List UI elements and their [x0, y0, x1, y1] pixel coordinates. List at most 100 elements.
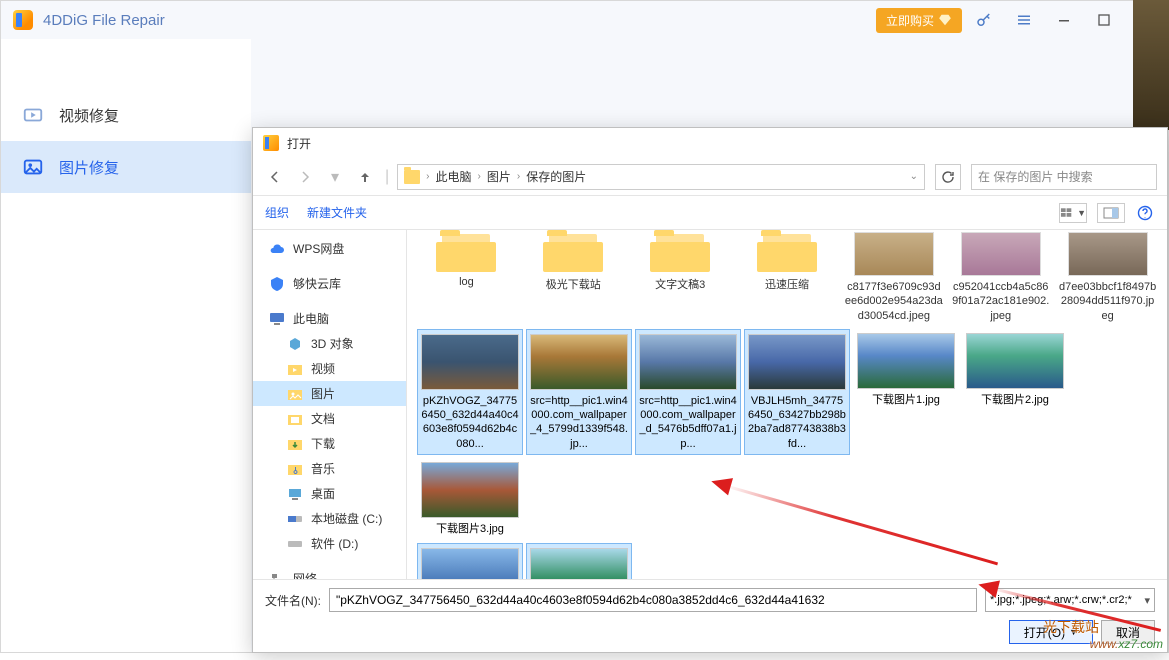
tree-label: 软件 (D:)	[311, 535, 358, 552]
photo-repair-icon	[21, 155, 45, 179]
filter-text: *.jpg;*.jpeg;*.arw;*.crw;*.cr2;*	[990, 594, 1132, 606]
image-thumb-item[interactable]: c952041ccb4a5c869f01a72ac181e902.jpeg	[951, 232, 1050, 323]
image-thumb-item[interactable]: d7ee03bbcf1f8497b28094dd511f970.jpeg	[1058, 232, 1157, 323]
watermark-text: 光下载站	[1043, 617, 1099, 637]
minimize-button[interactable]	[1046, 2, 1082, 38]
tree-this-pc[interactable]: 此电脑	[253, 306, 406, 331]
refresh-button[interactable]	[935, 164, 961, 190]
tree-label: 文档	[311, 410, 335, 427]
pictures-folder-icon	[287, 386, 303, 402]
folder-item[interactable]: 极光下载站	[524, 232, 623, 323]
titlebar-actions: 立即购买	[876, 2, 1168, 38]
filename-input[interactable]	[329, 588, 977, 612]
desktop-background-strip	[1133, 0, 1169, 130]
nav-back-button[interactable]	[263, 165, 287, 189]
image-thumb-item[interactable]: src=http__pic1.win4000.com_wallpaper_d_5…	[635, 329, 741, 455]
search-input[interactable]: 在 保存的图片 中搜索	[971, 164, 1157, 190]
folder-icon	[404, 170, 420, 184]
dialog-nav: ▾ | › 此电脑 › 图片 › 保存的图片 ⌄ 在 保存的图片 中搜索	[253, 158, 1167, 196]
preview-pane-button[interactable]	[1097, 203, 1125, 223]
downloads-folder-icon	[287, 436, 303, 452]
disk-icon	[287, 536, 303, 552]
tree-label: 此电脑	[293, 310, 329, 327]
chevron-right-icon: ›	[517, 171, 520, 182]
folder-item[interactable]: 迅速压缩	[738, 232, 837, 323]
license-key-button[interactable]	[966, 2, 1002, 38]
image-thumb-item[interactable]: 下载图片5.jpg	[526, 543, 632, 579]
maximize-button[interactable]	[1086, 2, 1122, 38]
tree-label: 视频	[311, 360, 335, 377]
tree-wps-cloud[interactable]: WPS网盘	[253, 236, 406, 261]
tree-label: 网络	[293, 570, 317, 579]
cube-icon	[287, 336, 303, 352]
cloud-icon	[269, 241, 285, 257]
app-logo-icon	[13, 10, 33, 30]
tree-3d-objects[interactable]: 3D 对象	[253, 331, 406, 356]
tree-disk-d[interactable]: 软件 (D:)	[253, 531, 406, 556]
image-thumb-item[interactable]: 下载图片3.jpg	[417, 458, 523, 540]
image-thumb-item[interactable]: pKZhVOGZ_347756450_632d44a40c4603e8f0594…	[417, 329, 523, 455]
tree-music[interactable]: 音乐	[253, 456, 406, 481]
filename-label: 文件名(N):	[265, 592, 321, 609]
file-grid: log极光下载站文字文稿3迅速压缩c8177f3e6709c93dee6d002…	[407, 230, 1167, 579]
tree-label: 3D 对象	[311, 335, 354, 352]
tree-label: 下载	[311, 435, 335, 452]
image-thumb-item[interactable]: VBJLH5mh_347756450_63427bb298b2ba7ad8774…	[744, 329, 850, 455]
tree-label: 音乐	[311, 460, 335, 477]
organize-button[interactable]: 组织	[265, 204, 289, 221]
breadcrumb-thispc[interactable]: 此电脑	[436, 168, 472, 185]
breadcrumb-pictures[interactable]: 图片	[487, 168, 511, 185]
sidebar-item-photo-repair[interactable]: 图片修复	[1, 141, 251, 193]
file-type-filter[interactable]: *.jpg;*.jpeg;*.arw;*.crw;*.cr2;*	[985, 588, 1155, 612]
tree-label: 桌面	[311, 485, 335, 502]
file-open-dialog: 打开 ▾ | › 此电脑 › 图片 › 保存的图片 ⌄ 在 保存的图片 中搜索	[252, 127, 1168, 653]
image-thumb-item[interactable]: 下载图片2.jpg	[962, 329, 1068, 455]
tree-desktop[interactable]: 桌面	[253, 481, 406, 506]
computer-icon	[269, 311, 285, 327]
tree-downloads[interactable]: 下载	[253, 431, 406, 456]
desktop-icon	[287, 486, 303, 502]
music-folder-icon	[287, 461, 303, 477]
tree-pictures[interactable]: 图片	[253, 381, 406, 406]
nav-separator: |	[385, 168, 389, 186]
chevron-right-icon: ›	[478, 171, 481, 182]
tree-videos[interactable]: 视频	[253, 356, 406, 381]
sidebar-item-video-repair[interactable]: 视频修复	[1, 89, 251, 141]
app-title: 4DDiG File Repair	[43, 12, 876, 29]
chevron-right-icon: ›	[426, 171, 429, 182]
image-thumb-item[interactable]: src=http__pic1.win4000.com_wallpaper_4_5…	[526, 329, 632, 455]
image-thumb-item[interactable]: c8177f3e6709c93dee6d002e954a23dad30054cd…	[844, 232, 943, 323]
disk-icon	[287, 511, 303, 527]
breadcrumb-saved[interactable]: 保存的图片	[526, 168, 586, 185]
titlebar: 4DDiG File Repair 立即购买	[1, 1, 1168, 39]
nav-recent-dropdown[interactable]: ▾	[323, 165, 347, 189]
tree-goku-cloud[interactable]: 够快云库	[253, 271, 406, 296]
buy-now-button[interactable]: 立即购买	[876, 8, 962, 33]
image-thumb-item[interactable]: 下载图片1.jpg	[853, 329, 959, 455]
chevron-down-icon[interactable]: ⌄	[910, 171, 918, 182]
sidebar-label: 图片修复	[59, 157, 119, 178]
search-placeholder: 在 保存的图片 中搜索	[978, 168, 1093, 185]
tree-documents[interactable]: 文档	[253, 406, 406, 431]
file-row-selected-2: 下载图片4.jpg下载图片5.jpg	[417, 543, 1157, 579]
image-thumb-item[interactable]: 下载图片4.jpg	[417, 543, 523, 579]
dialog-logo-icon	[263, 135, 279, 151]
nav-up-button[interactable]	[353, 165, 377, 189]
tree-network[interactable]: 网络	[253, 566, 406, 579]
folder-item[interactable]: log	[417, 232, 516, 323]
folder-item[interactable]: 文字文稿3	[631, 232, 730, 323]
new-folder-button[interactable]: 新建文件夹	[307, 204, 367, 221]
tree-local-disk-c[interactable]: 本地磁盘 (C:)	[253, 506, 406, 531]
file-row-selected: pKZhVOGZ_347756450_632d44a40c4603e8f0594…	[417, 329, 1157, 540]
view-mode-button[interactable]: ▼	[1059, 203, 1087, 223]
hamburger-menu-button[interactable]	[1006, 2, 1042, 38]
file-row-folders: log极光下载站文字文稿3迅速压缩c8177f3e6709c93dee6d002…	[417, 232, 1157, 323]
nav-forward-button[interactable]	[293, 165, 317, 189]
dialog-title: 打开	[287, 135, 311, 152]
tree-label: 图片	[311, 385, 335, 402]
address-bar[interactable]: › 此电脑 › 图片 › 保存的图片 ⌄	[397, 164, 925, 190]
help-button[interactable]	[1135, 203, 1155, 223]
video-repair-icon	[21, 103, 45, 127]
network-icon	[269, 571, 285, 580]
dialog-toolbar: 组织 新建文件夹 ▼	[253, 196, 1167, 230]
